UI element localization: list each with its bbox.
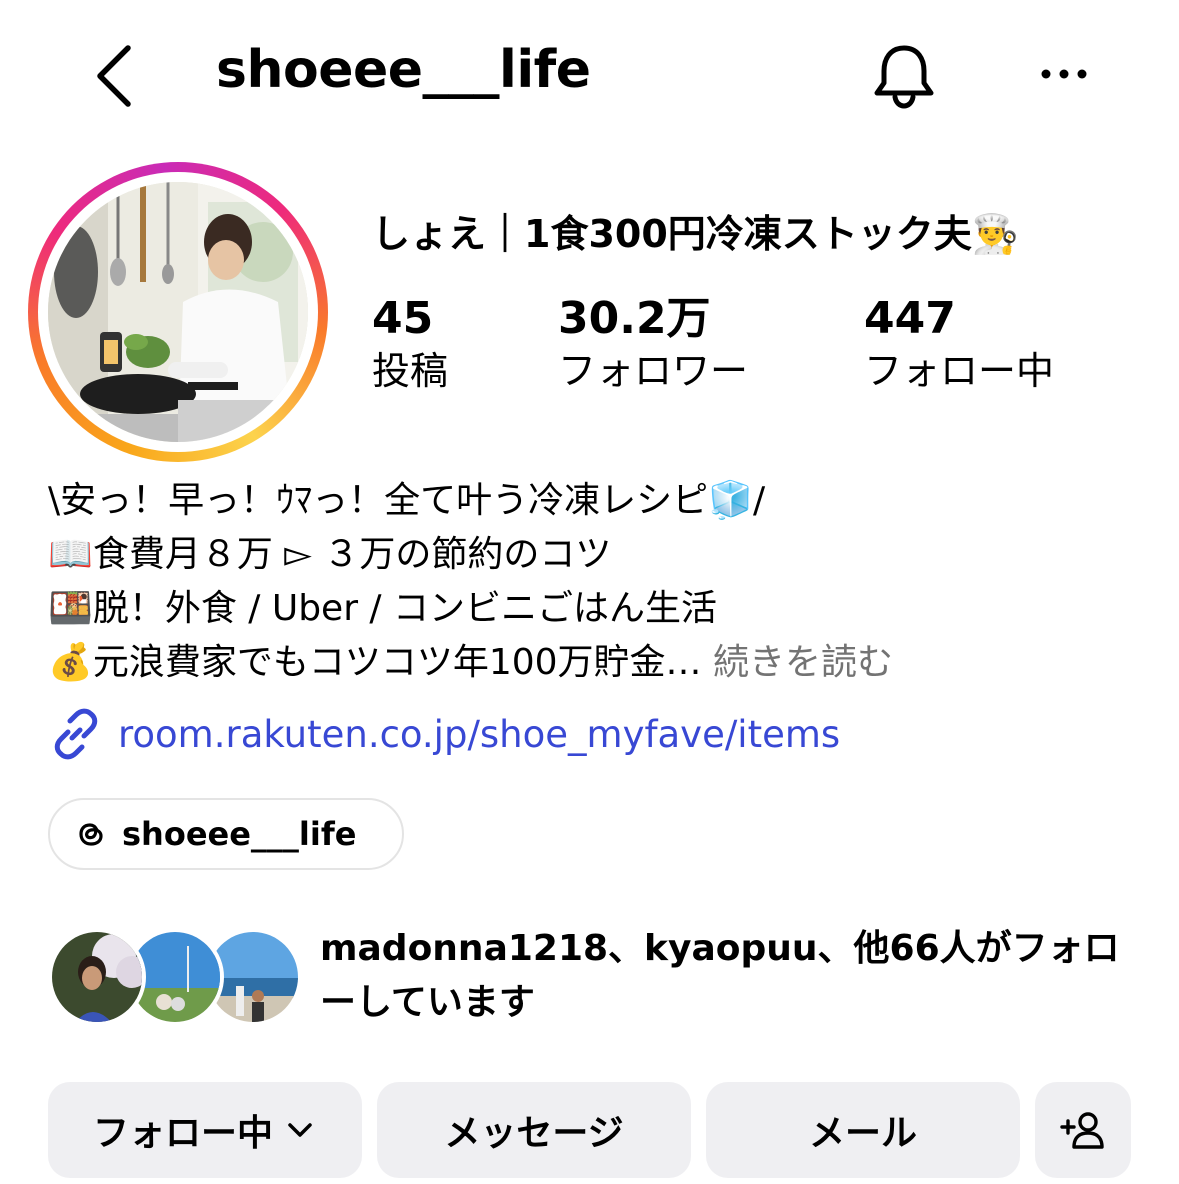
profile-bio: \安っ！早っ！ｳﾏっ！全て叶う冷凍レシピ🧊/ 📖食費月８万 ▻ ３万の節約のコツ… xyxy=(48,474,893,690)
followers-count-value: 30.2万 xyxy=(558,293,711,344)
following-count-value: 447 xyxy=(864,293,956,344)
threads-profile-chip[interactable]: shoeee___life xyxy=(48,798,404,870)
read-more-link[interactable]: 続きを読む xyxy=(713,642,893,683)
bio-line: 📖食費月８万 ▻ ３万の節約のコツ xyxy=(48,534,612,575)
suggested-users-button[interactable] xyxy=(1035,1082,1131,1178)
profile-display-name: しょえ｜1食300円冷凍ストック夫👨‍🍳 xyxy=(372,212,1020,256)
mutual-followers-avatars[interactable] xyxy=(48,928,302,1026)
profile-username-title: shoeee___life xyxy=(216,40,591,100)
email-button[interactable]: メール xyxy=(706,1082,1020,1178)
followers-count[interactable]: 30.2万 フォロワー xyxy=(558,292,748,396)
add-person-icon xyxy=(1060,1112,1104,1149)
profile-avatar xyxy=(48,182,308,442)
notifications-button[interactable] xyxy=(866,38,942,114)
ellipsis-icon xyxy=(1041,69,1087,79)
threads-handle: shoeee___life xyxy=(122,815,357,853)
followers-count-label: フォロワー xyxy=(558,349,749,393)
profile-page: shoeee___life xyxy=(0,0,1179,1184)
bio-line: 💰元浪費家でもコツコツ年100万貯金… 続きを読む xyxy=(48,636,893,690)
bio-line: \安っ！早っ！ｳﾏっ！全て叶う冷凍レシピ🧊/ xyxy=(48,480,766,521)
back-button[interactable] xyxy=(88,38,148,118)
more-options-button[interactable] xyxy=(1030,46,1098,102)
email-button-label: メール xyxy=(808,1113,917,1154)
chevron-left-icon xyxy=(97,45,131,107)
external-link-text: room.rakuten.co.jp/shoe_myfave/items xyxy=(118,712,841,756)
posts-count-label: 投稿 xyxy=(372,349,449,393)
posts-count-value: 45 xyxy=(372,293,434,344)
message-button[interactable]: メッセージ xyxy=(377,1082,691,1178)
bio-line-text: 💰元浪費家でもコツコツ年100万貯金… xyxy=(48,642,702,683)
following-button[interactable]: フォロー中 xyxy=(48,1082,362,1178)
following-button-label: フォロー中 xyxy=(92,1113,273,1154)
avatar xyxy=(48,928,146,1026)
link-icon xyxy=(54,708,98,760)
chevron-down-icon xyxy=(288,1123,312,1137)
profile-avatar-story-ring[interactable] xyxy=(28,162,328,462)
bell-icon xyxy=(874,45,934,109)
threads-icon xyxy=(79,823,103,846)
posts-count[interactable]: 45 投稿 xyxy=(372,292,448,396)
following-count[interactable]: 447 フォロー中 xyxy=(864,292,1054,396)
mutual-followers-text[interactable]: madonna1218、kyaopuu、他66人がフォローしています xyxy=(320,922,1140,1030)
bio-line: 🍱脱！外食 / Uber / コンビニごはん生活 xyxy=(48,588,718,629)
following-count-label: フォロー中 xyxy=(864,349,1055,393)
external-link[interactable]: room.rakuten.co.jp/shoe_myfave/items xyxy=(48,706,840,762)
message-button-label: メッセージ xyxy=(444,1113,624,1154)
